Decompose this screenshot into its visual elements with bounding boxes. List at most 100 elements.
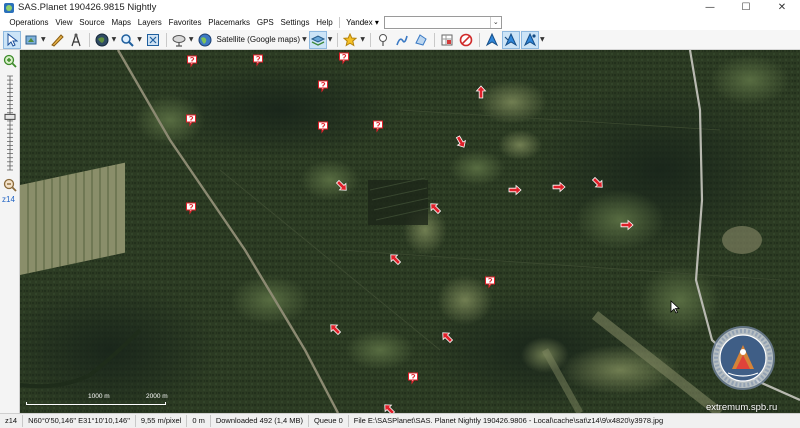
zoom-slider-handle[interactable] (4, 113, 16, 120)
fullscreen-grid-button[interactable] (144, 31, 162, 49)
close-button[interactable]: ✕ (764, 0, 800, 15)
menu-gps[interactable]: GPS (253, 18, 277, 27)
select-cursor-button[interactable] (3, 30, 21, 49)
zoom-in-plus-icon[interactable] (3, 54, 17, 68)
satellite-dish-icon (172, 34, 186, 47)
red-arrow-marker-icon[interactable] (335, 179, 350, 194)
menu-placemarks[interactable]: Placemarks (205, 18, 254, 27)
map-source-label[interactable]: Satellite (Google maps) (217, 35, 301, 44)
red-arrow-marker-icon[interactable] (552, 181, 566, 193)
toolbar-separator (88, 32, 90, 47)
question-dot-shape (190, 120, 192, 122)
layers-button[interactable] (308, 30, 327, 49)
title-bar: SAS.Planet 190426.9815 Nightly — ☐ ✕ (0, 0, 800, 15)
red-arrow-marker-icon[interactable] (440, 330, 455, 345)
question-placemark-icon[interactable] (339, 52, 349, 65)
menu-source[interactable]: Source (76, 18, 108, 27)
question-placemark-icon[interactable] (187, 55, 197, 68)
status-zoom: z14 (0, 415, 24, 427)
menu-favorites[interactable]: Favorites (165, 18, 205, 27)
scale-bar-line (26, 402, 166, 405)
scale-label-1000: 1000 m (88, 393, 110, 400)
menu-settings[interactable]: Settings (277, 18, 313, 27)
window-controls: — ☐ ✕ (692, 0, 800, 15)
toolbar-separator (165, 32, 167, 47)
zoom-slider[interactable] (4, 74, 16, 172)
path-draw-button[interactable] (393, 31, 411, 49)
globe-icon (95, 33, 109, 46)
layers-icon (310, 34, 325, 46)
question-placemark-icon[interactable] (408, 372, 418, 385)
red-arrow-marker-icon[interactable] (328, 322, 343, 337)
placemarks-layer (20, 50, 800, 413)
zoom-level-label: z14 (2, 195, 15, 204)
toolbar-separator (478, 32, 480, 47)
zoom-magnifier-button[interactable] (118, 31, 136, 49)
search-provider-dropdown[interactable]: Yandex ▾ (343, 18, 382, 27)
question-dot-shape (190, 208, 192, 210)
arrow-shape (430, 203, 442, 215)
question-placemark-icon[interactable] (373, 120, 383, 133)
move-tool-dropdown[interactable]: ▼ (41, 36, 46, 43)
layers-dropdown[interactable]: ▼ (328, 36, 333, 43)
menu-help[interactable]: Help (313, 18, 336, 27)
question-placemark-icon[interactable] (318, 121, 328, 134)
placemark-pin-button[interactable] (374, 31, 392, 49)
favorites-star-icon (343, 32, 358, 47)
red-arrow-marker-icon[interactable] (428, 201, 443, 216)
question-placemark-icon[interactable] (253, 54, 263, 67)
satellite-dish-button[interactable] (170, 31, 188, 49)
menu-operations[interactable]: Operations (6, 18, 52, 27)
question-placemark-icon[interactable] (318, 80, 328, 93)
map-view[interactable]: 1000 m 2000 m extremum.spb.ru (20, 50, 800, 413)
globe-button[interactable] (93, 31, 111, 49)
status-downloaded: Downloaded 492 (1,4 MB) (211, 415, 309, 427)
question-placemark-icon[interactable] (186, 202, 196, 215)
red-arrow-marker-icon[interactable] (388, 252, 403, 267)
menu-view[interactable]: View (52, 18, 76, 27)
map-source-button[interactable] (196, 31, 214, 49)
route-compass-button[interactable] (67, 31, 85, 49)
red-arrow-marker-icon[interactable] (620, 219, 634, 231)
menu-layers[interactable]: Layers (134, 18, 165, 27)
map-source-dropdown[interactable]: ▼ (302, 36, 307, 43)
main-toolbar: ▼ ▼ ▼ ▼ Satellite (Google maps) ▼ ▼ ▼ ▼ (0, 30, 800, 50)
polygon-select-icon (415, 33, 427, 46)
move-tool-button[interactable] (22, 31, 40, 49)
menu-maps[interactable]: Maps (108, 18, 134, 27)
red-arrow-marker-icon[interactable] (508, 184, 522, 196)
fullscreen-grid-icon (146, 33, 159, 46)
question-placemark-icon[interactable] (186, 114, 196, 127)
favorites-button[interactable] (341, 31, 359, 49)
zoom-dropdown[interactable]: ▼ (137, 36, 142, 43)
question-placemark-icon[interactable] (485, 276, 495, 289)
placemarks-svg (186, 52, 634, 413)
globe-dropdown[interactable]: ▼ (112, 36, 117, 43)
minimize-button[interactable]: — (692, 0, 728, 15)
ruler-button[interactable] (48, 31, 66, 49)
stop-download-button[interactable] (457, 31, 475, 49)
gps-track-button[interactable] (501, 30, 520, 49)
scale-label-2000: 2000 m (146, 393, 168, 400)
maximize-button[interactable]: ☐ (728, 0, 764, 15)
red-arrow-marker-icon[interactable] (591, 176, 606, 191)
arrow-shape (475, 85, 487, 99)
search-history-chevron-icon[interactable]: ⌄ (489, 17, 501, 28)
zoom-out-magnifier-icon[interactable] (3, 178, 17, 192)
favorites-dropdown[interactable]: ▼ (360, 36, 365, 43)
red-arrow-marker-icon[interactable] (475, 85, 487, 99)
question-dot-shape (257, 60, 259, 62)
polygon-select-button[interactable] (412, 31, 430, 49)
red-arrow-marker-icon[interactable] (382, 402, 397, 413)
arrow-shape (620, 219, 634, 231)
red-arrow-marker-icon[interactable] (454, 135, 468, 150)
move-tool-icon (25, 35, 37, 44)
gps-center-button[interactable] (520, 30, 539, 49)
search-input[interactable]: ⌄ (383, 16, 502, 29)
marker-grid-button[interactable] (438, 31, 456, 49)
satellite-dropdown[interactable]: ▼ (189, 36, 194, 43)
status-file-path: File E:\SASPlanet\SAS. Planet Nightly 19… (353, 416, 664, 425)
gps-dropdown[interactable]: ▼ (540, 36, 545, 43)
gps-marker-button[interactable] (483, 31, 501, 49)
sasplanet-globe-icon (4, 2, 14, 13)
